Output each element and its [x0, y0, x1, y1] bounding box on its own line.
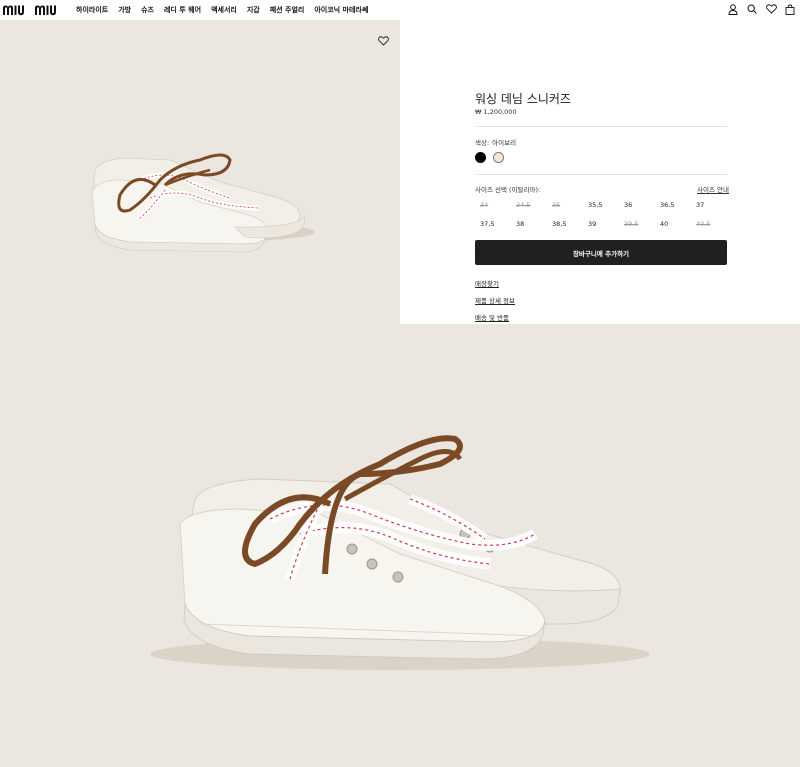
product-details-link[interactable]: 제품 상세 정보	[475, 295, 515, 305]
color-label: 색상:	[475, 139, 490, 147]
main-navigation: 하이라이트 가방 슈즈 레디 투 웨어 액세서리 지갑 패션 주얼리 아이코닉 …	[76, 0, 368, 20]
top-nav-bar: 하이라이트 가방 슈즈 레디 투 웨어 액세서리 지갑 패션 주얼리 아이코닉 …	[0, 0, 800, 20]
shipping-returns-link[interactable]: 배송 및 반품	[475, 312, 509, 322]
size-option-34[interactable]: 34	[475, 198, 511, 212]
nav-item-bags[interactable]: 가방	[118, 5, 131, 15]
size-option-35-5[interactable]: 35,5	[583, 198, 619, 212]
size-option-39-5[interactable]: 39,5	[619, 217, 655, 231]
size-option-37[interactable]: 37	[691, 198, 727, 212]
miu-miu-logo[interactable]	[3, 2, 67, 18]
size-option-40-5[interactable]: 40,5	[691, 217, 727, 231]
nav-item-accessories[interactable]: 액세서리	[211, 5, 237, 15]
divider	[475, 174, 727, 175]
size-option-36[interactable]: 36	[619, 198, 655, 212]
product-price: ₩ 1,200,000	[475, 108, 517, 116]
add-to-cart-button[interactable]: 장바구니에 추가하기	[475, 240, 727, 265]
search-icon[interactable]	[746, 3, 758, 15]
product-info-panel: 워싱 데님 스니커즈 ₩ 1,200,000 색상: 아이보리 사이즈 선택 (…	[400, 20, 800, 324]
size-option-38[interactable]: 38	[511, 217, 547, 231]
swatch-ivory[interactable]	[493, 152, 504, 163]
color-selection-label: 색상: 아이보리	[475, 137, 516, 147]
size-option-36-5[interactable]: 36,5	[655, 198, 691, 212]
header-icons	[727, 3, 796, 15]
color-value: 아이보리	[492, 139, 517, 147]
nav-item-wallets[interactable]: 지갑	[247, 5, 260, 15]
size-option-34-5[interactable]: 34,5	[511, 198, 547, 212]
swatch-black[interactable]	[475, 152, 486, 163]
wishlist-icon[interactable]	[765, 3, 777, 15]
nav-item-ready-to-wear[interactable]: 레디 투 웨어	[164, 5, 201, 15]
product-title: 워싱 데님 스니커즈	[475, 92, 571, 106]
size-selection-label: 사이즈 선택 (이탈리아):	[475, 186, 541, 194]
size-option-37-5[interactable]: 37,5	[475, 217, 511, 231]
size-option-39[interactable]: 39	[583, 217, 619, 231]
account-icon[interactable]	[727, 3, 739, 15]
product-image-secondary[interactable]	[0, 324, 800, 767]
size-option-40[interactable]: 40	[655, 217, 691, 231]
size-option-35[interactable]: 35	[547, 198, 583, 212]
color-swatches	[475, 152, 504, 163]
store-locator-link[interactable]: 매장찾기	[475, 278, 499, 288]
nav-item-iconic-matelasse[interactable]: 아이코닉 마테라쎄	[314, 5, 368, 15]
size-option-38-5[interactable]: 38,5	[547, 217, 583, 231]
product-image-main[interactable]	[0, 20, 400, 324]
size-guide-link[interactable]: 사이즈 안내	[697, 184, 729, 194]
bag-icon[interactable]	[784, 3, 796, 15]
divider	[475, 126, 727, 127]
add-to-wishlist-icon[interactable]	[378, 31, 390, 46]
nav-item-highlights[interactable]: 하이라이트	[76, 5, 108, 15]
nav-item-fashion-jewelry[interactable]: 패션 주얼리	[270, 5, 305, 15]
nav-item-shoes[interactable]: 슈즈	[141, 5, 154, 15]
